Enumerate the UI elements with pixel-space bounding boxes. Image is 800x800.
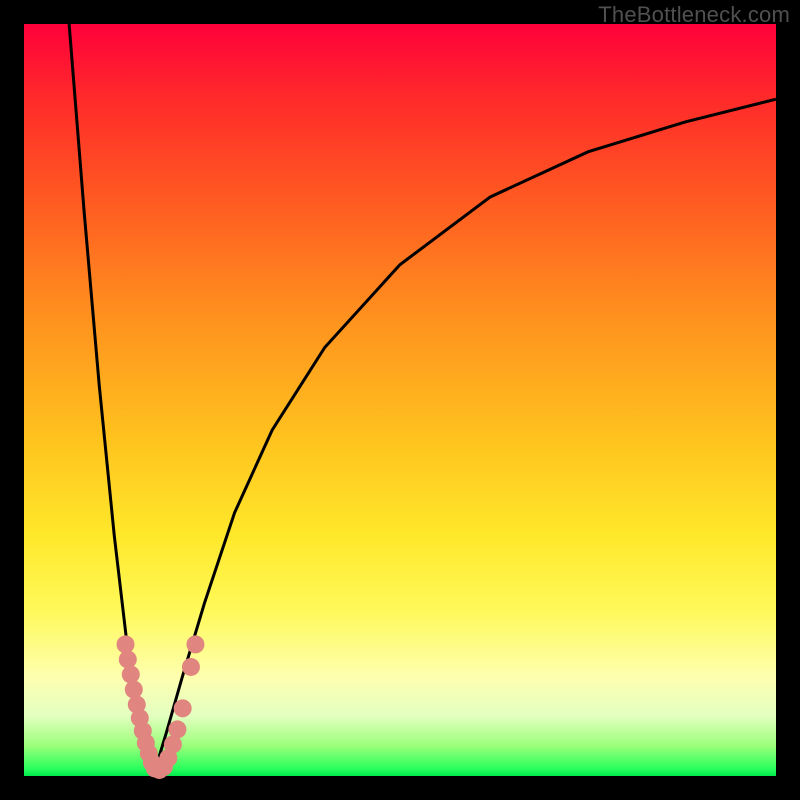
- data-marker: [117, 635, 135, 653]
- data-marker: [125, 681, 143, 699]
- data-marker: [168, 720, 186, 738]
- outer-frame: TheBottleneck.com: [0, 0, 800, 800]
- attribution-text: TheBottleneck.com: [598, 2, 790, 28]
- marker-layer: [117, 635, 205, 779]
- data-marker: [119, 650, 137, 668]
- chart-svg: [24, 24, 776, 776]
- data-marker: [182, 658, 200, 676]
- data-marker: [186, 635, 204, 653]
- data-marker: [122, 665, 140, 683]
- data-marker: [174, 699, 192, 717]
- curve-left: [69, 24, 153, 776]
- curve-right: [153, 99, 776, 776]
- curve-layer: [69, 24, 776, 776]
- plot-area: [24, 24, 776, 776]
